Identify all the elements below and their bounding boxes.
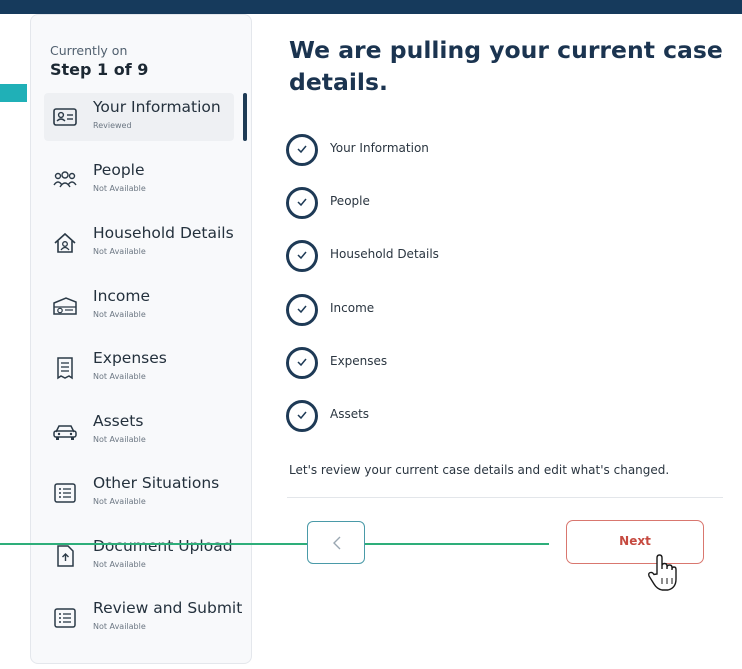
sidebar-item-label: Assets [93, 412, 144, 430]
sidebar-item-assets[interactable]: Assets Not Available [44, 407, 234, 455]
list-icon [54, 608, 76, 628]
chevron-left-icon [333, 536, 341, 550]
id-card-icon [53, 108, 77, 126]
sidebar-item-label: Household Details [93, 224, 234, 242]
current-label: Currently on [50, 43, 128, 58]
car-icon [53, 425, 77, 440]
sidebar-item-review-and-submit[interactable]: Review and Submit Not Available [44, 594, 242, 642]
sidebar-item-status: Not Available [93, 247, 146, 256]
check-circle-icon [286, 294, 318, 326]
checklist-label: Expenses [330, 354, 388, 368]
page-title: We are pulling your current case details… [289, 36, 723, 96]
sidebar-item-label: Your Information [93, 98, 221, 116]
checklist-item: Income [286, 294, 586, 328]
checklist-label: People [330, 194, 370, 208]
sidebar-item-expenses[interactable]: Expenses Not Available [44, 344, 234, 392]
people-icon [53, 171, 77, 188]
check-circle-icon [286, 240, 318, 272]
sidebar-item-income[interactable]: Income Not Available [44, 282, 234, 330]
sidebar-item-status: Not Available [93, 184, 146, 193]
upload-doc-icon [57, 545, 74, 567]
sidebar-item-your-information[interactable]: Your Information Reviewed [44, 93, 234, 141]
hand-cursor-icon [648, 554, 677, 591]
check-circle-icon [286, 187, 318, 219]
sidebar-item-status: Not Available [93, 560, 146, 569]
sidebar-item-status: Not Available [93, 622, 146, 631]
sidebar-item-label: People [93, 161, 145, 179]
checklist-label: Income [330, 301, 375, 315]
sidebar-item-status: Not Available [93, 372, 146, 381]
checklist-label: Household Details [330, 247, 439, 261]
back-button[interactable] [307, 521, 365, 564]
money-icon [53, 297, 77, 315]
receipt-icon [57, 357, 73, 380]
checklist-label: Your Information [330, 141, 429, 155]
sidebar-item-status: Not Available [93, 435, 146, 444]
checklist-item: Expenses [286, 347, 586, 381]
sidebar-item-status: Not Available [93, 310, 146, 319]
sidebar-item-label: Income [93, 287, 151, 305]
sidebar-item-label: Review and Submit [93, 599, 243, 617]
next-button[interactable]: Next [566, 520, 704, 564]
checklist-label: Assets [330, 407, 370, 421]
checklist-item: People [286, 187, 586, 221]
sidebar-item-label: Other Situations [93, 474, 220, 492]
sidebar-item-household-details[interactable]: Household Details Not Available [44, 219, 234, 267]
checklist-item: Your Information [286, 134, 586, 168]
sidebar-item-status: Reviewed [93, 121, 132, 130]
top-header-bar [0, 0, 742, 14]
sidebar-item-people[interactable]: People Not Available [44, 156, 234, 204]
check-circle-icon [286, 347, 318, 379]
current-step: Step 1 of 9 [50, 60, 149, 79]
active-indicator [243, 93, 247, 141]
checklist-item: Household Details [286, 240, 586, 274]
list-icon [54, 483, 76, 503]
sidebar-item-other-situations[interactable]: Other Situations Not Available [44, 469, 234, 517]
house-icon [54, 232, 76, 253]
check-circle-icon [286, 134, 318, 166]
check-circle-icon [286, 400, 318, 432]
accent-strip [0, 84, 28, 102]
review-instruction: Let's review your current case details a… [289, 463, 670, 477]
annotation-line [0, 543, 549, 545]
sidebar-item-document-upload[interactable]: Document Upload Not Available [44, 532, 234, 580]
divider [287, 497, 723, 498]
sidebar-item-status: Not Available [93, 497, 146, 506]
sidebar-item-label: Document Upload [93, 537, 233, 555]
checklist-item: Assets [286, 400, 586, 434]
sidebar-item-label: Expenses [93, 349, 167, 367]
